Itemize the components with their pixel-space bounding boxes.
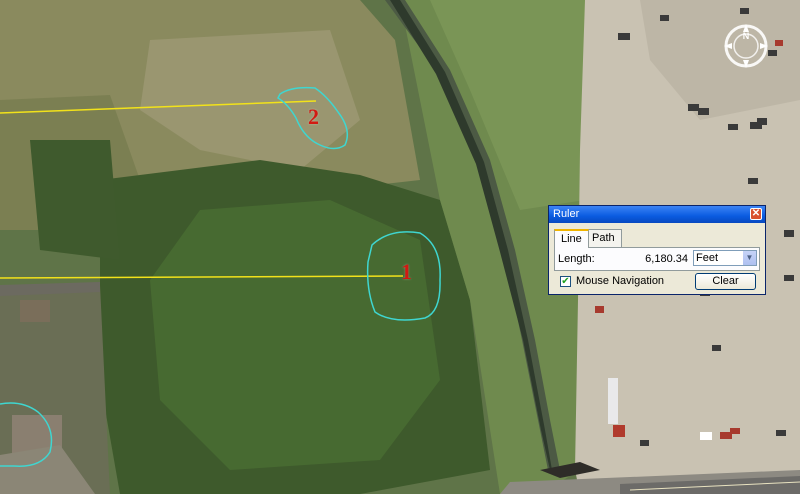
ruler-title: Ruler [553,208,580,220]
ruler-measure-panel: Length: 6,180.34 Feet ▼ [554,247,760,271]
map-marker-label-1: 1 [401,259,412,284]
length-label: Length: [558,253,595,265]
close-icon[interactable]: ✕ [750,208,762,220]
compass-icon[interactable]: N [722,22,770,70]
tab-path[interactable]: Path [585,229,622,247]
chevron-down-icon[interactable]: ▼ [743,251,756,265]
tab-line[interactable]: Line [554,229,589,248]
compass-north-label: N [743,31,750,41]
mouse-navigation-checkbox[interactable]: ✔ [560,276,571,287]
unit-select-value: Feet [696,252,719,264]
unit-select[interactable]: Feet ▼ [693,250,757,266]
map-marker-label-2: 2 [308,104,319,129]
mouse-navigation-label: Mouse Navigation [576,275,665,287]
ruler-dialog: Ruler ✕ Line Path Length: 6,180.34 Feet … [548,205,766,295]
ruler-titlebar[interactable]: Ruler ✕ [549,206,765,223]
length-value: 6,180.34 [645,253,688,265]
clear-button[interactable]: Clear [695,273,756,290]
